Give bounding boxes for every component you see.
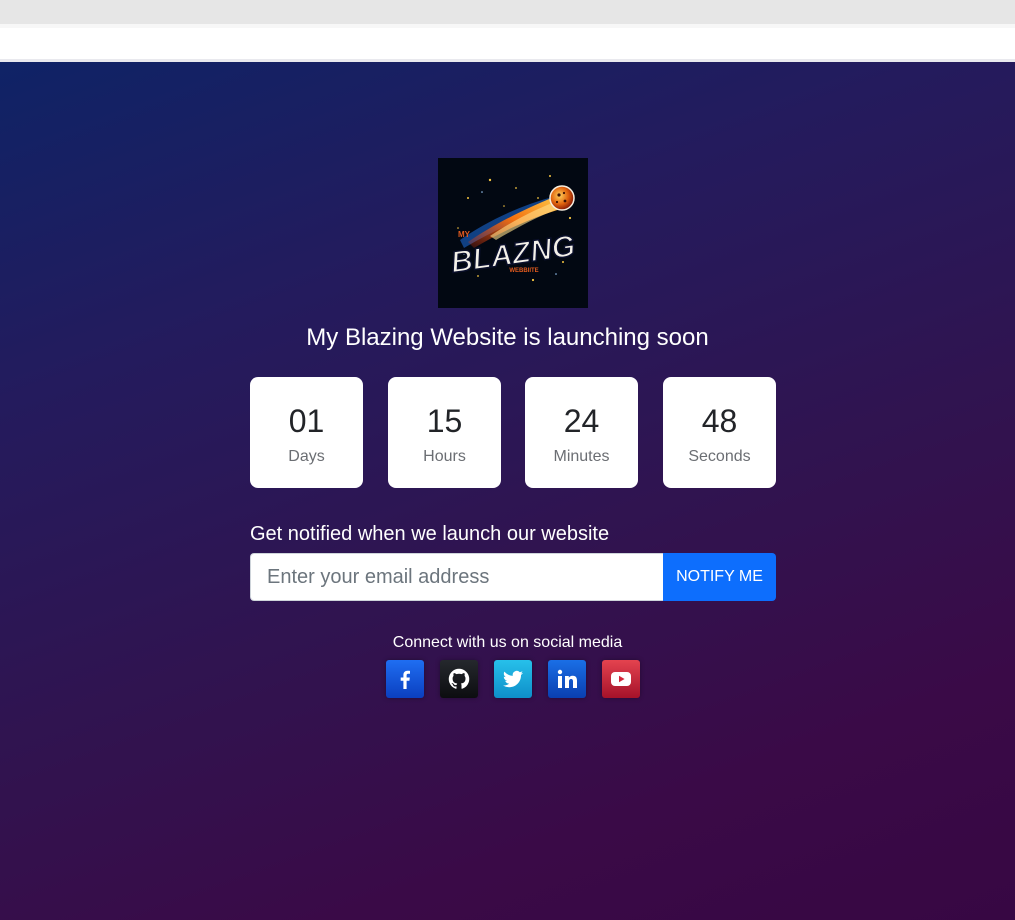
email-input[interactable] bbox=[250, 553, 663, 601]
coming-soon-section: MY BLAZNG WEBBIITE My Blazing Website is… bbox=[0, 62, 1015, 920]
countdown-hours: 15 Hours bbox=[388, 377, 501, 488]
countdown-days: 01 Days bbox=[250, 377, 363, 488]
countdown-minutes: 24 Minutes bbox=[525, 377, 638, 488]
site-logo: MY BLAZNG WEBBIITE bbox=[438, 158, 588, 308]
svg-text:MY: MY bbox=[458, 230, 471, 239]
github-link[interactable] bbox=[440, 660, 478, 698]
countdown-minutes-label: Minutes bbox=[553, 448, 610, 465]
countdown-seconds-label: Seconds bbox=[688, 448, 751, 465]
youtube-link[interactable] bbox=[602, 660, 640, 698]
countdown-hours-label: Hours bbox=[423, 448, 466, 465]
countdown-days-label: Days bbox=[288, 448, 325, 465]
notify-me-button[interactable]: NOTIFY ME bbox=[663, 553, 776, 601]
browser-toolbar bbox=[0, 0, 1015, 24]
countdown-seconds: 48 Seconds bbox=[663, 377, 776, 488]
page-title: My Blazing Website is launching soon bbox=[306, 324, 709, 351]
twitter-link[interactable] bbox=[494, 660, 532, 698]
countdown-minutes-value: 24 bbox=[563, 403, 600, 439]
linkedin-icon bbox=[557, 669, 577, 688]
facebook-icon bbox=[400, 670, 410, 689]
countdown-hours-value: 15 bbox=[426, 403, 463, 439]
svg-text:WEBBIITE: WEBBIITE bbox=[509, 268, 538, 274]
youtube-icon bbox=[611, 672, 631, 686]
notify-label: Get notified when we launch our website bbox=[250, 523, 610, 545]
logo-graphic: MY BLAZNG WEBBIITE bbox=[438, 158, 588, 308]
browser-address-area bbox=[0, 28, 1015, 59]
countdown-seconds-value: 48 bbox=[701, 403, 738, 439]
twitter-icon bbox=[503, 670, 523, 688]
social-media-label: Connect with us on social media bbox=[392, 634, 623, 651]
linkedin-link[interactable] bbox=[548, 660, 586, 698]
facebook-link[interactable] bbox=[386, 660, 424, 698]
countdown-days-value: 01 bbox=[288, 403, 325, 439]
github-icon bbox=[448, 668, 470, 689]
